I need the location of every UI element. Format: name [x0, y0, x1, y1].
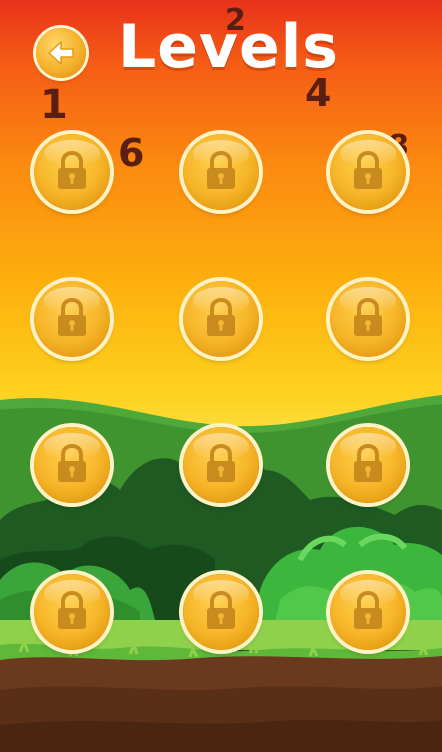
lock-icon	[207, 150, 235, 189]
lock-icon	[58, 443, 86, 482]
level-number-label: 2	[225, 3, 246, 38]
back-arrow-icon	[48, 41, 74, 65]
level-button-4[interactable]	[34, 281, 110, 357]
level-number-label: 4	[305, 71, 332, 115]
lock-icon	[354, 443, 382, 482]
lock-icon	[207, 297, 235, 336]
back-button[interactable]	[36, 28, 86, 78]
lock-icon	[58, 150, 86, 189]
level-number-label: 1	[40, 82, 68, 128]
lock-icon	[58, 590, 86, 629]
level-button-1[interactable]	[34, 134, 110, 210]
lock-icon	[207, 590, 235, 629]
level-button-5[interactable]	[183, 281, 259, 357]
level-button-6[interactable]	[330, 281, 406, 357]
level-button-8[interactable]	[183, 427, 259, 503]
level-button-7[interactable]	[34, 427, 110, 503]
level-button-11[interactable]	[183, 574, 259, 650]
level-button-9[interactable]	[330, 427, 406, 503]
lock-icon	[354, 297, 382, 336]
game-screen: Levels 1 2 4 6 8	[0, 0, 442, 752]
level-button-3[interactable]	[330, 134, 406, 210]
lock-icon	[354, 590, 382, 629]
lock-icon	[207, 443, 235, 482]
level-button-12[interactable]	[330, 574, 406, 650]
level-button-10[interactable]	[34, 574, 110, 650]
level-button-2[interactable]	[183, 134, 259, 210]
lock-icon	[354, 150, 382, 189]
level-number-label: 6	[118, 131, 145, 175]
lock-icon	[58, 297, 86, 336]
